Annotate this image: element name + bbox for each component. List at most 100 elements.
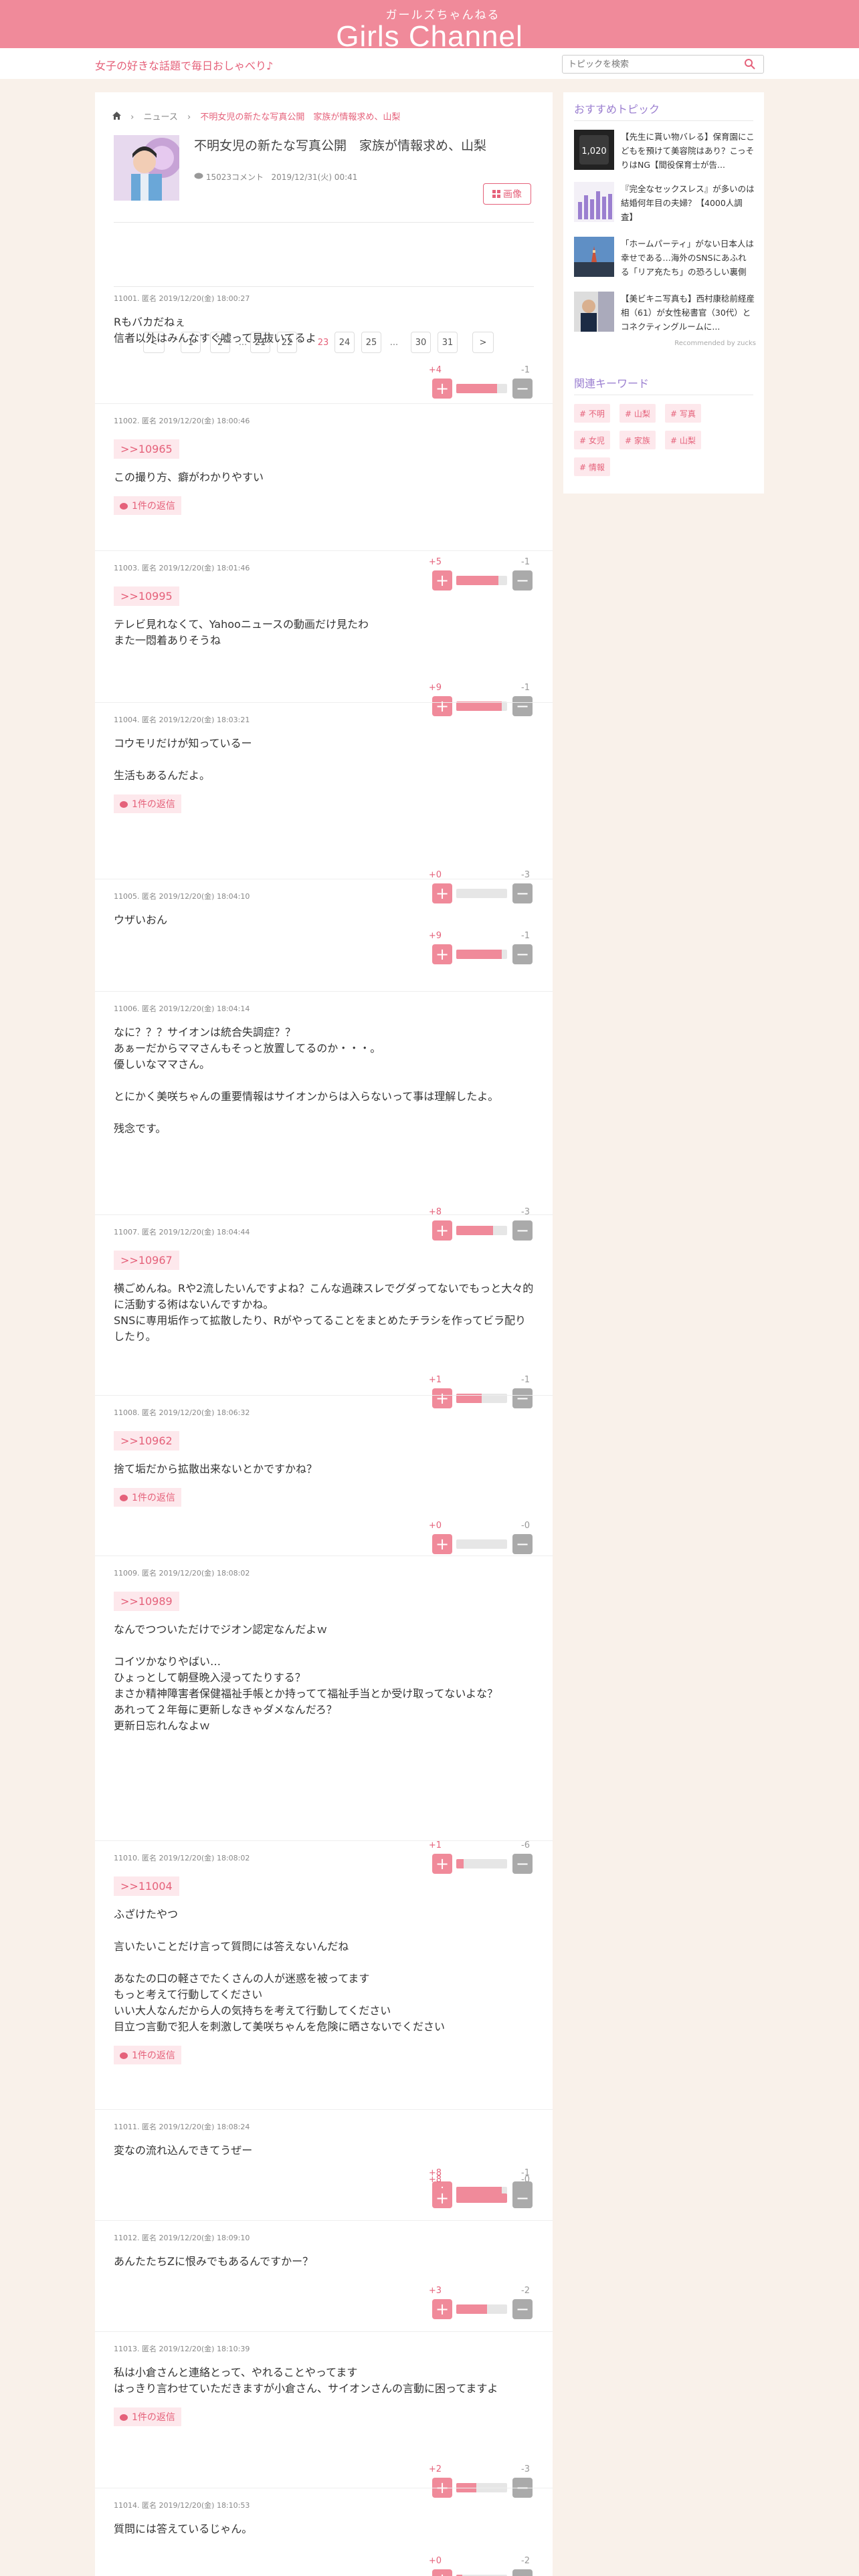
comment-body: 変なの流れ込んできてうぜー — [114, 2144, 253, 2157]
anchor-link[interactable]: >>10965 — [114, 439, 179, 459]
breadcrumb-news[interactable]: ニュース — [143, 112, 177, 122]
minus-count: -3 — [521, 1207, 530, 1217]
anchor-link[interactable]: >>10995 — [114, 586, 179, 606]
comment-body: 横ごめんね。Rや2流したいんですよね？こんな過疎スレでグダってないでもっと大々的… — [114, 1282, 534, 1343]
reply-link[interactable]: 1件の返信 — [114, 496, 181, 515]
home-icon[interactable] — [112, 112, 121, 122]
recommend-thumbnail — [574, 292, 614, 332]
minus-button[interactable]: − — [512, 2188, 533, 2208]
search-icon[interactable] — [744, 58, 756, 70]
comment: 11008. 匿名 2019/12/20(金) 18:06:32 >>10962 捨… — [114, 1407, 534, 1554]
minus-count: -1 — [521, 365, 530, 375]
plus-count: +0 — [428, 2556, 442, 2566]
comment-header: 11009. 匿名 2019/12/20(金) 18:08:02 — [114, 1569, 250, 1578]
keyword-tag[interactable]: # 女児 — [574, 431, 610, 449]
sub-bar: 女子の好きな話題で毎日おしゃべり♪ — [0, 48, 859, 79]
comment-divider — [95, 1840, 553, 1841]
keyword-tag[interactable]: # 情報 — [574, 457, 610, 476]
comment: 11010. 匿名 2019/12/20(金) 18:08:02 >>11004 ふ… — [114, 1852, 534, 2202]
minus-count: -0 — [521, 1521, 530, 1531]
plus-button[interactable]: + — [432, 2188, 452, 2208]
comment-body: なに？？？サイオンは統合失調症？？ あぁーだからママさんもそっと放置してるのか・… — [114, 1026, 499, 1135]
keyword-tag[interactable]: # 不明 — [574, 404, 610, 423]
vote-box: +4 -1 + − — [399, 365, 533, 405]
comment-header: 11001. 匿名 2019/12/20(金) 18:00:27 — [114, 294, 250, 303]
comment-divider — [95, 702, 553, 703]
recommend-thumbnail: 1,020 — [574, 130, 614, 170]
site-logo[interactable]: ガールズちゃんねる Girls Channel — [0, 5, 859, 51]
topic-meta: 15023コメント 2019/12/31(火) 00:41 — [194, 171, 357, 183]
minus-button[interactable]: − — [512, 944, 533, 964]
vote-ratio-bar — [456, 2304, 507, 2314]
reply-link[interactable]: 1件の返信 — [114, 1488, 181, 1507]
topic-title: 不明女児の新たな写真公開 家族が情報求め、山梨 — [194, 138, 487, 153]
comment: 11007. 匿名 2019/12/20(金) 18:04:44 >>10967 横… — [114, 1226, 534, 1408]
comment-divider — [95, 2331, 553, 2332]
plus-button[interactable]: + — [432, 2299, 452, 2319]
keywords-heading: 関連キーワード — [574, 377, 650, 390]
plus-button[interactable]: + — [432, 1388, 452, 1408]
recommend-heading: おすすめトピック — [574, 103, 660, 116]
topic-date: 2019/12/31(火) 00:41 — [271, 173, 358, 182]
minus-button[interactable]: − — [512, 379, 533, 399]
plus-button[interactable]: + — [432, 379, 452, 399]
vote-box: +0 -0 + − — [399, 1521, 533, 1561]
minus-button[interactable]: − — [512, 2299, 533, 2319]
minus-button[interactable]: − — [512, 1534, 533, 1554]
main-content: › ニュース › 不明女児の新たな写真公開 家族が情報求め、山梨 不明女児の新た… — [95, 92, 553, 2576]
plus-button[interactable]: + — [432, 944, 452, 964]
comment-divider — [95, 1214, 553, 1215]
vote-ratio-bar — [456, 2193, 507, 2203]
reply-link[interactable]: 1件の返信 — [114, 2407, 181, 2426]
minus-count: -1 — [521, 683, 530, 693]
reply-link[interactable]: 1件の返信 — [114, 794, 181, 813]
comment-header: 11008. 匿名 2019/12/20(金) 18:06:32 — [114, 1408, 250, 1417]
image-button[interactable]: 画像 — [483, 183, 531, 205]
reply-link[interactable]: 1件の返信 — [114, 2046, 181, 2064]
vote-ratio-bar — [456, 702, 507, 711]
comment-body: 質問には答えているじゃん。 — [114, 2523, 253, 2535]
comment-divider — [95, 403, 553, 404]
vote-ratio-bar — [456, 950, 507, 959]
minus-count: -2 — [521, 2286, 530, 2296]
anchor-link[interactable]: >>10967 — [114, 1251, 179, 1270]
plus-button[interactable]: + — [432, 2569, 452, 2576]
recommend-item[interactable]: 『完全なセックスレス』が多いのは結婚何年目の夫婦？【4000人調査】 — [574, 182, 755, 225]
topic-thumbnail[interactable] — [114, 135, 179, 201]
breadcrumb-current[interactable]: 不明女児の新たな写真公開 家族が情報求め、山梨 — [200, 112, 400, 122]
vote-box: +8 -0 + − — [399, 2175, 533, 2215]
comment: 11014. 匿名 2019/12/20(金) 18:10:53 質問には答えてい… — [114, 2500, 534, 2576]
anchor-link[interactable]: >>11004 — [114, 1876, 179, 1896]
minus-button[interactable]: − — [512, 696, 533, 716]
anchor-link[interactable]: >>10962 — [114, 1431, 179, 1451]
plus-button[interactable]: + — [432, 696, 452, 716]
comment-header: 11013. 匿名 2019/12/20(金) 18:10:39 — [114, 2345, 250, 2353]
comment-header: 11002. 匿名 2019/12/20(金) 18:00:46 — [114, 417, 250, 425]
plus-count: +4 — [428, 365, 442, 375]
plus-count: +1 — [428, 1840, 442, 1850]
comment-divider — [95, 1395, 553, 1396]
minus-button[interactable]: − — [512, 2569, 533, 2576]
keyword-tag[interactable]: # 家族 — [619, 431, 656, 449]
comment-header: 11014. 匿名 2019/12/20(金) 18:10:53 — [114, 2501, 250, 2510]
recommend-item[interactable]: 【美ビキニ写真も】西村康稔前経産相（61）が女性秘書官（30代）とコネクティング… — [574, 292, 755, 334]
anchor-link[interactable]: >>10989 — [114, 1592, 179, 1611]
minus-button[interactable]: − — [512, 1388, 533, 1408]
divider — [114, 286, 534, 287]
comment: 11009. 匿名 2019/12/20(金) 18:08:02 >>10989 な… — [114, 1568, 534, 1874]
minus-count: -3 — [521, 2464, 530, 2474]
comment: 11003. 匿名 2019/12/20(金) 18:01:46 >>10995 テ… — [114, 562, 534, 716]
plus-count: +8 — [428, 2175, 442, 2185]
search-input[interactable] — [562, 55, 764, 74]
recommend-item[interactable]: 「ホームパーティ」がない日本人は幸せである…海外のSNSにあふれる「リア充たち」… — [574, 237, 755, 280]
recommend-thumbnail — [574, 237, 614, 277]
recommend-item[interactable]: 1,020 【先生に貰い物バレる】保育園にこどもを預けて美容院はあり？こっそりは… — [574, 130, 755, 173]
plus-button[interactable]: + — [432, 1534, 452, 1554]
keyword-tag[interactable]: # 山梨 — [619, 404, 656, 423]
keyword-tag[interactable]: # 山梨 — [665, 431, 701, 449]
comment-divider — [95, 550, 553, 551]
keyword-tag[interactable]: # 写真 — [665, 404, 701, 423]
vote-box: +9 -1 + − — [399, 931, 533, 971]
powered-by: Recommended by zucks — [674, 340, 756, 347]
comment-header: 11005. 匿名 2019/12/20(金) 18:04:10 — [114, 892, 250, 901]
